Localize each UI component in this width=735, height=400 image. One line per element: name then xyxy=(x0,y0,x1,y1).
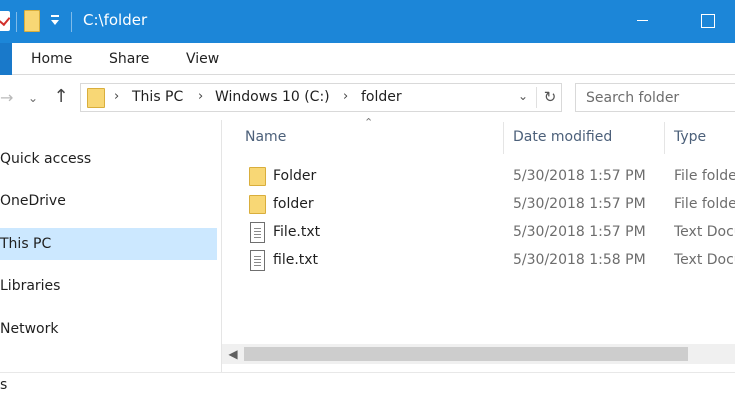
scrollbar-thumb[interactable] xyxy=(244,347,688,361)
nav-item-this-pc[interactable]: This PC xyxy=(0,228,217,260)
customize-toolbar-dropdown-icon[interactable] xyxy=(49,13,61,29)
text-file-icon xyxy=(250,222,265,243)
file-row[interactable]: File.txt 5/30/2018 1:57 PM Text Document xyxy=(240,219,735,247)
nav-item-quick-access[interactable]: Quick access xyxy=(0,143,217,175)
maximize-button[interactable] xyxy=(688,4,728,36)
nav-item-label: Libraries xyxy=(0,278,61,294)
tab-home[interactable]: Home xyxy=(31,51,72,67)
navigation-pane: Quick access OneDrive This PC Libraries … xyxy=(0,120,222,372)
nav-item-onedrive[interactable]: OneDrive xyxy=(0,185,217,217)
file-date: 5/30/2018 1:57 PM xyxy=(513,196,646,212)
breadcrumb-this-pc[interactable]: This PC xyxy=(132,89,183,105)
up-arrow-icon[interactable]: ↑ xyxy=(50,86,72,108)
tab-share[interactable]: Share xyxy=(109,51,149,67)
file-type: Text Document xyxy=(674,224,735,240)
window-title: C:\folder xyxy=(83,11,148,29)
column-divider[interactable] xyxy=(503,122,504,154)
pane-divider[interactable] xyxy=(221,120,222,372)
title-divider xyxy=(16,12,17,32)
text-file-icon xyxy=(250,250,265,271)
file-type: File folder xyxy=(674,168,735,184)
horizontal-scrollbar[interactable]: ◀ xyxy=(222,344,735,364)
file-date: 5/30/2018 1:57 PM xyxy=(513,168,646,184)
forward-arrow-icon[interactable]: → xyxy=(0,88,14,108)
search-input[interactable] xyxy=(586,88,735,108)
properties-check-icon[interactable] xyxy=(0,11,10,31)
search-box[interactable] xyxy=(575,83,735,112)
column-header-date[interactable]: Date modified xyxy=(513,129,612,145)
title-divider xyxy=(71,12,72,32)
column-header-name[interactable]: Name xyxy=(245,129,286,145)
nav-item-label: This PC xyxy=(0,236,52,252)
minimize-button[interactable] xyxy=(620,4,666,36)
status-text: s xyxy=(0,377,8,393)
file-date: 5/30/2018 1:57 PM xyxy=(513,224,646,240)
nav-item-network[interactable]: Network xyxy=(0,313,217,345)
status-bar: s xyxy=(0,372,735,400)
breadcrumb-chevron-icon[interactable]: › xyxy=(198,89,203,104)
recent-locations-chevron-icon[interactable]: ⌄ xyxy=(26,88,40,108)
file-tab[interactable] xyxy=(0,43,12,75)
address-bar[interactable]: › This PC › Windows 10 (C:) › folder ⌄ ↻ xyxy=(80,83,562,112)
address-divider xyxy=(536,87,537,108)
scroll-left-icon[interactable]: ◀ xyxy=(225,344,241,364)
breadcrumb-folder[interactable]: folder xyxy=(361,89,402,105)
address-history-chevron-icon[interactable]: ⌄ xyxy=(518,89,528,103)
file-date: 5/30/2018 1:58 PM xyxy=(513,252,646,268)
sort-ascending-icon: ⌃ xyxy=(364,116,374,129)
folder-icon xyxy=(249,195,266,214)
file-name: folder xyxy=(273,196,314,212)
title-bar: C:\folder xyxy=(0,0,735,43)
file-row[interactable]: Folder 5/30/2018 1:57 PM File folder xyxy=(240,163,735,191)
file-type: File folder xyxy=(674,196,735,212)
nav-item-libraries[interactable]: Libraries xyxy=(0,270,217,302)
nav-item-label: Quick access xyxy=(0,151,92,167)
folder-icon xyxy=(87,88,105,108)
breadcrumb-chevron-icon[interactable]: › xyxy=(114,89,119,104)
breadcrumb-chevron-icon[interactable]: › xyxy=(343,89,348,104)
nav-item-label: OneDrive xyxy=(0,193,66,209)
column-header-type[interactable]: Type xyxy=(674,129,706,145)
tab-view[interactable]: View xyxy=(186,51,219,67)
refresh-icon[interactable]: ↻ xyxy=(540,87,560,108)
file-name: File.txt xyxy=(273,224,321,240)
file-row[interactable]: folder 5/30/2018 1:57 PM File folder xyxy=(240,191,735,219)
folder-icon xyxy=(249,167,266,186)
nav-item-label: Network xyxy=(0,321,59,337)
new-folder-icon[interactable] xyxy=(24,10,40,32)
file-row[interactable]: file.txt 5/30/2018 1:58 PM Text Document xyxy=(240,247,735,275)
breadcrumb-windows-drive[interactable]: Windows 10 (C:) xyxy=(215,89,330,105)
column-divider[interactable] xyxy=(664,122,665,154)
file-type: Text Document xyxy=(674,252,735,268)
file-name: Folder xyxy=(273,168,317,184)
ribbon-tabs: Home Share View xyxy=(0,43,735,75)
file-name: file.txt xyxy=(273,252,319,268)
